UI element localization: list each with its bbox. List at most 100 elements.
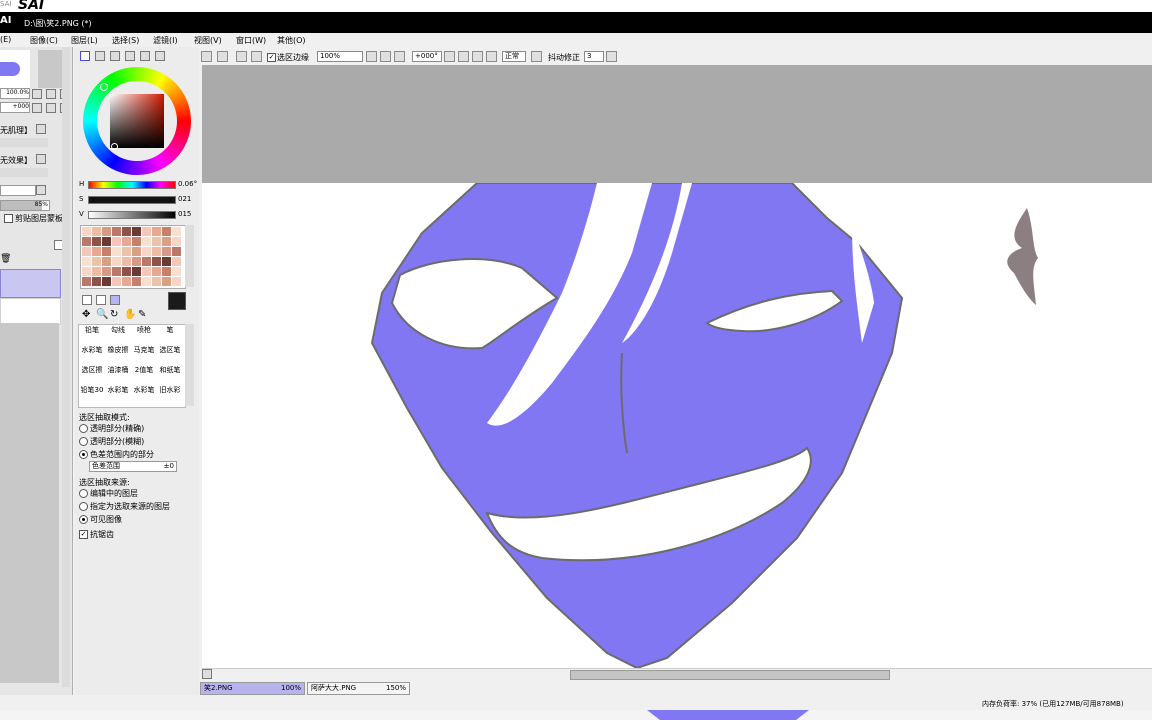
brush-tool-cell[interactable]: 水彩笔 bbox=[105, 385, 131, 405]
magic-wand-icon[interactable] bbox=[110, 295, 120, 305]
hide-selection-icon[interactable] bbox=[236, 51, 247, 62]
color-swatch[interactable] bbox=[172, 267, 181, 276]
paper-texture-dropdown-icon[interactable] bbox=[36, 124, 46, 134]
blend-options-icon[interactable] bbox=[531, 51, 542, 62]
color-swatch[interactable] bbox=[172, 227, 181, 236]
texture-strength-slider[interactable] bbox=[0, 138, 48, 147]
color-swatch[interactable] bbox=[122, 247, 131, 256]
color-swatch[interactable] bbox=[122, 267, 131, 276]
color-swatch[interactable] bbox=[92, 227, 101, 236]
color-swatch[interactable] bbox=[152, 247, 161, 256]
source-option-specified-layer[interactable]: 指定为选取来源的图层 bbox=[79, 501, 170, 512]
rotate-reset-icon[interactable] bbox=[472, 51, 483, 62]
drawing-canvas[interactable] bbox=[202, 183, 1152, 668]
eyedropper-icon[interactable]: ✎ bbox=[138, 309, 146, 320]
nav-rotate-left-icon[interactable] bbox=[32, 103, 42, 113]
nav-zoom-out-icon[interactable] bbox=[32, 89, 42, 99]
mode-option-color-range[interactable]: 色差范围内的部分 bbox=[79, 449, 154, 460]
clip-layer-checkbox[interactable] bbox=[4, 214, 13, 223]
color-swatch[interactable] bbox=[152, 237, 161, 246]
zoom-reset-icon[interactable] bbox=[394, 51, 405, 62]
selection-edge-checkbox[interactable]: ✓ bbox=[267, 53, 276, 62]
rotate-left-icon[interactable] bbox=[444, 51, 455, 62]
color-swatch[interactable] bbox=[122, 257, 131, 266]
rect-select-icon[interactable] bbox=[82, 295, 92, 305]
layer-blend-dropdown-icon[interactable] bbox=[36, 185, 46, 195]
effect-strength-slider[interactable] bbox=[0, 168, 48, 177]
menu-edit[interactable]: (E) bbox=[0, 35, 11, 44]
brush-tool-cell[interactable]: 喷枪 bbox=[131, 325, 157, 345]
color-swatch[interactable] bbox=[142, 277, 151, 286]
zoom-tool-icon[interactable]: 🔍 bbox=[96, 309, 108, 320]
color-swatch[interactable] bbox=[172, 277, 181, 286]
color-swatch[interactable] bbox=[112, 227, 121, 236]
color-swatch[interactable] bbox=[82, 267, 91, 276]
color-swatch[interactable] bbox=[102, 237, 111, 246]
move-icon[interactable]: ✥ bbox=[82, 309, 90, 320]
color-swatch[interactable] bbox=[112, 267, 121, 276]
brush-tool-cell[interactable]: 油漆桶 bbox=[105, 365, 131, 385]
flip-icon[interactable] bbox=[486, 51, 497, 62]
swatch-mode-icon[interactable] bbox=[140, 51, 150, 61]
nav-angle-field[interactable]: +000 bbox=[0, 102, 30, 113]
brush-tool-cell[interactable]: 橡皮擦 bbox=[105, 345, 131, 365]
brush-tool-cell[interactable]: 选区笔 bbox=[157, 345, 183, 365]
zoom-field[interactable]: 100% bbox=[317, 51, 363, 62]
brush-tool-cell[interactable]: 2值笔 bbox=[131, 365, 157, 385]
color-wheel-mode-icon[interactable] bbox=[80, 51, 90, 61]
mode-radio-color-range[interactable] bbox=[79, 450, 88, 459]
layer-blend-select[interactable] bbox=[0, 185, 36, 196]
menu-layer[interactable]: 图层(L) bbox=[71, 35, 98, 46]
scroll-left-icon[interactable] bbox=[202, 669, 212, 679]
brush-tool-cell[interactable]: 铅笔30 bbox=[79, 385, 105, 405]
color-swatch[interactable] bbox=[132, 227, 141, 236]
nav-zoom-field[interactable]: 100.0% bbox=[0, 88, 30, 99]
menu-other[interactable]: 其他(O) bbox=[277, 35, 306, 46]
source-radio-visible-image[interactable] bbox=[79, 515, 88, 524]
rotation-field[interactable]: +000° bbox=[412, 51, 442, 62]
color-swatch[interactable] bbox=[162, 277, 171, 286]
horizontal-scrollbar[interactable] bbox=[202, 668, 1152, 680]
color-swatch[interactable] bbox=[142, 247, 151, 256]
mode-radio-exact[interactable] bbox=[79, 424, 88, 433]
color-swatch[interactable] bbox=[122, 227, 131, 236]
color-swatch[interactable] bbox=[152, 227, 161, 236]
color-swatch[interactable] bbox=[162, 237, 171, 246]
mode-option-exact[interactable]: 透明部分(精确) bbox=[79, 423, 144, 434]
color-swatch[interactable] bbox=[122, 237, 131, 246]
color-swatch[interactable] bbox=[102, 247, 111, 256]
brush-tool-cell[interactable]: 旧水彩 bbox=[157, 385, 183, 405]
color-swatch[interactable] bbox=[92, 237, 101, 246]
color-swatch[interactable] bbox=[92, 257, 101, 266]
brush-tool-cell[interactable]: 铅笔 bbox=[79, 325, 105, 345]
color-swatch[interactable] bbox=[102, 267, 111, 276]
source-option-current-layer[interactable]: 编辑中的图层 bbox=[79, 488, 138, 499]
color-swatch[interactable] bbox=[112, 237, 121, 246]
stabilizer-select[interactable]: 3 bbox=[584, 51, 604, 62]
color-swatch[interactable] bbox=[162, 227, 171, 236]
brush-tool-cell[interactable]: 勾线 bbox=[105, 325, 131, 345]
nav-rotate-right-icon[interactable] bbox=[46, 103, 56, 113]
color-swatch[interactable] bbox=[132, 237, 141, 246]
brush-tool-cell[interactable]: 笔 bbox=[157, 325, 183, 345]
tab-document-1[interactable]: 笑2.PNG 100% bbox=[200, 682, 305, 695]
tool-grid-scrollbar[interactable] bbox=[185, 324, 194, 406]
effect-dropdown-icon[interactable] bbox=[36, 154, 46, 164]
hsv-slider-mode-icon[interactable] bbox=[110, 51, 120, 61]
color-swatch[interactable] bbox=[92, 277, 101, 286]
paper-texture-select[interactable]: 无肌理】 bbox=[0, 125, 32, 136]
color-swatch[interactable] bbox=[142, 237, 151, 246]
source-radio-current-layer[interactable] bbox=[79, 489, 88, 498]
delete-layer-icon[interactable]: 🗑 bbox=[0, 254, 11, 264]
color-range-slider[interactable]: 色差范围 ±0 bbox=[89, 461, 177, 472]
color-swatch[interactable] bbox=[142, 227, 151, 236]
color-swatch[interactable] bbox=[152, 267, 161, 276]
effect-select[interactable]: 无效果】 bbox=[0, 155, 32, 166]
color-swatch[interactable] bbox=[102, 227, 111, 236]
mode-radio-fuzzy[interactable] bbox=[79, 437, 88, 446]
selection-edge-icon[interactable] bbox=[251, 51, 262, 62]
hand-tool-icon[interactable]: ✋ bbox=[124, 309, 136, 320]
brush-tool-cell[interactable]: 和纸笔 bbox=[157, 365, 183, 385]
clip-layer-option[interactable]: 剪贴图层蒙板 bbox=[4, 213, 63, 224]
rotate-tool-icon[interactable]: ↻ bbox=[110, 309, 118, 320]
